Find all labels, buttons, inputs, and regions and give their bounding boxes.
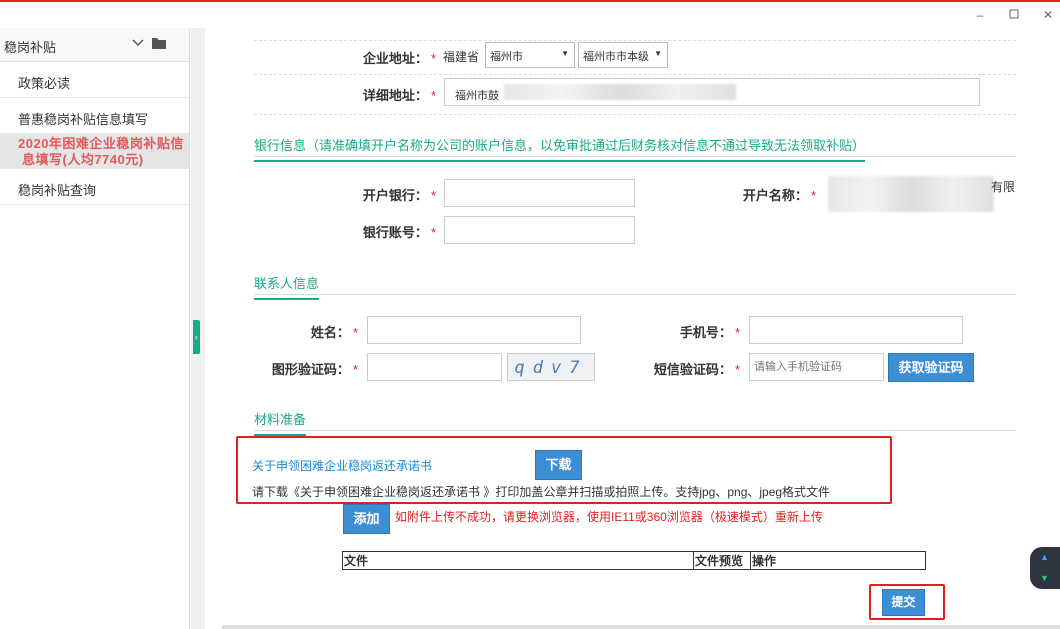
sidebar-item-policy[interactable]: 政策必读 xyxy=(0,62,189,98)
sms-code-label: 短信验证码： * xyxy=(653,362,740,377)
sidebar-item-general-subsidy[interactable]: 普惠稳岗补贴信息填写 xyxy=(0,98,189,134)
chevron-down-icon[interactable] xyxy=(131,36,145,50)
table-header-row: 文件 文件预览 操作 xyxy=(342,551,926,570)
column-header-file: 文件 xyxy=(342,551,694,570)
divider xyxy=(254,156,1016,157)
sidebar-title: 稳岗补贴 xyxy=(4,40,57,55)
collapse-handle-icon[interactable]: ‹ xyxy=(193,320,200,354)
contact-section-title: 联系人信息 xyxy=(254,273,320,300)
sidebar-item-2020-subsidy[interactable]: 2020年困难企业稳岗补贴信 息填写(人均7740元) xyxy=(0,134,189,169)
column-header-actions: 操作 xyxy=(750,551,926,570)
sidebar-header: 稳岗补贴 xyxy=(0,28,189,62)
column-header-preview: 文件预览 xyxy=(693,551,751,570)
horizontal-scrollbar[interactable] xyxy=(222,625,1060,629)
submit-button[interactable]: 提交 xyxy=(882,589,925,616)
account-number-input[interactable] xyxy=(444,216,635,244)
phone-input[interactable] xyxy=(749,316,963,344)
captcha-image[interactable]: qdv7 xyxy=(507,353,595,381)
upload-instruction: 请下载《关于申领困难企业稳岗返还承诺书 》打印加盖公章并扫描或拍照上传。支持jp… xyxy=(252,485,831,499)
divider xyxy=(254,294,1016,295)
sidebar-item-label: 普惠稳岗补贴信息填写 xyxy=(18,112,149,127)
dropdown-arrow-icon: ▼ xyxy=(561,49,569,58)
name-label: 姓名： * xyxy=(310,325,358,340)
add-file-button[interactable]: 添加 xyxy=(343,504,390,534)
divider xyxy=(254,114,1016,115)
main-form: 企业地址： * 福建省 福州市 ▼ 福州市市本级 ▼ 详细地址： * 福州市鼓 银行信息… xyxy=(206,28,1060,629)
upload-warning: 如附件上传不成功，请更换浏览器，使用IE11或360浏览器（极速模式）重新上传 xyxy=(395,510,823,524)
minimize-icon[interactable]: – xyxy=(972,7,988,23)
address-label: 企业地址： * xyxy=(362,51,436,66)
province-text: 福建省 xyxy=(443,50,480,64)
file-table: 文件 文件预览 操作 xyxy=(342,551,926,570)
divider xyxy=(254,40,1016,41)
account-name-value: 有限 xyxy=(991,180,1016,194)
bank-name-label: 开户银行： * xyxy=(362,188,436,203)
sidebar: 稳岗补贴 政策必读 普惠稳岗补贴信息填写 2020年困难企业稳岗补贴信 息填写(… xyxy=(0,28,190,629)
scroll-top-icon[interactable]: ▲ xyxy=(1040,552,1049,562)
window-titlebar: – ✕ xyxy=(0,2,1060,28)
sidebar-item-query[interactable]: 稳岗补贴查询 xyxy=(0,169,189,205)
city-select[interactable]: 福州市 ▼ xyxy=(485,42,575,68)
close-icon[interactable]: ✕ xyxy=(1040,7,1056,23)
floating-scroll-nav: ▲ ▼ xyxy=(1030,547,1060,589)
account-number-label: 银行账号： * xyxy=(362,225,436,240)
detail-address-label: 详细地址： * xyxy=(362,88,436,103)
sidebar-item-label-line1: 2020年困难企业稳岗补贴信 xyxy=(18,136,184,151)
materials-section-title: 材料准备 xyxy=(254,409,307,436)
sidebar-item-label: 稳岗补贴查询 xyxy=(18,183,97,198)
sms-code-input[interactable] xyxy=(749,353,884,381)
phone-label: 手机号： * xyxy=(679,325,740,340)
district-select[interactable]: 福州市市本级 ▼ xyxy=(578,42,668,68)
redacted-area xyxy=(828,176,994,212)
bank-section-title: 银行信息（请准确填开户名称为公司的账户信息，以免审批通过后财务核对信息不通过导致… xyxy=(254,135,866,162)
folder-icon[interactable] xyxy=(152,37,166,49)
sidebar-item-label-line2: 息填写(人均7740元) xyxy=(22,152,144,167)
redacted-area xyxy=(504,84,736,100)
divider xyxy=(254,74,1016,75)
divider xyxy=(254,430,1016,431)
download-button[interactable]: 下载 xyxy=(535,450,582,480)
scroll-bottom-icon[interactable]: ▼ xyxy=(1040,573,1049,583)
captcha-label: 图形验证码： * xyxy=(271,362,358,377)
get-sms-code-button[interactable]: 获取验证码 xyxy=(888,353,974,382)
commitment-letter-link[interactable]: 关于申领困难企业稳岗返还承诺书 xyxy=(252,457,432,474)
captcha-input[interactable] xyxy=(367,353,502,381)
bank-name-input[interactable] xyxy=(444,179,635,207)
name-input[interactable] xyxy=(367,316,581,344)
dropdown-arrow-icon: ▼ xyxy=(654,49,662,58)
account-name-label: 开户名称： * xyxy=(742,188,816,203)
sidebar-item-label: 政策必读 xyxy=(18,76,71,91)
maximize-icon[interactable] xyxy=(1006,7,1022,23)
